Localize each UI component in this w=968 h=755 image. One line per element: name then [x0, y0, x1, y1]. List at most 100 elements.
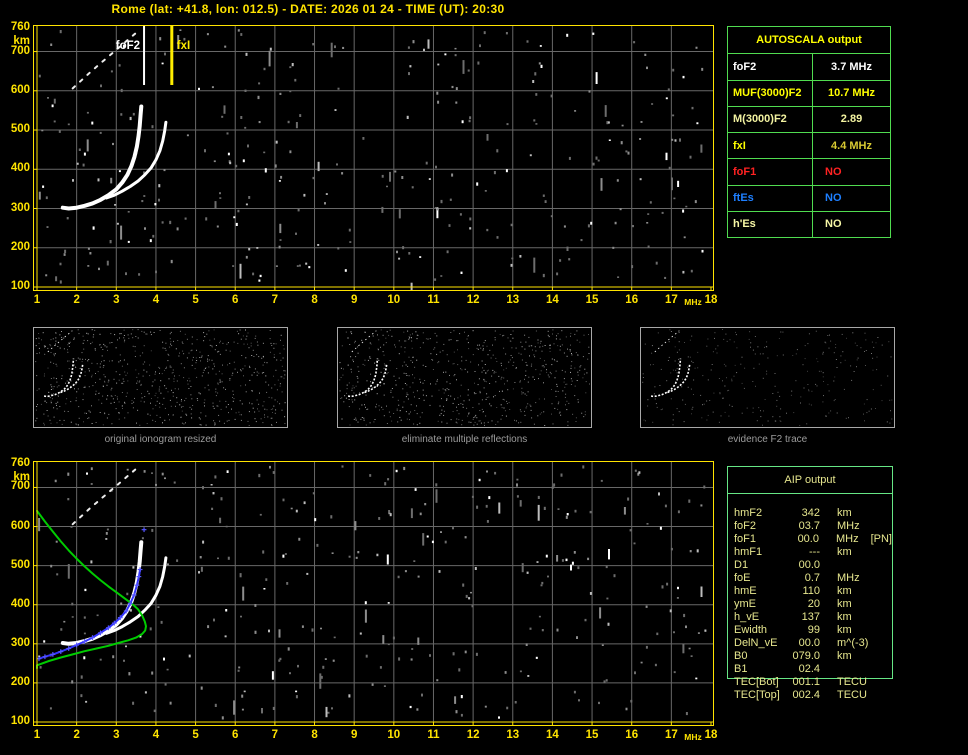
aip-row-label: D1 — [734, 559, 749, 571]
aip-row-unit: km — [837, 546, 852, 558]
y-tick-label: 700 — [10, 480, 30, 493]
y-tick-label: 760 — [10, 21, 30, 33]
y-tick-label: 100 — [10, 280, 30, 292]
aip-row-label: ymE — [734, 598, 756, 610]
aip-row-unit: m^(-3) — [837, 637, 869, 649]
thumb-F2-ordinary-trace — [650, 358, 682, 398]
second-hop-trace — [71, 466, 140, 526]
x-tick-label: 9 — [350, 294, 358, 306]
thumb-F2-ordinary-trace — [43, 358, 75, 398]
aip-row-value: 137 — [801, 611, 820, 623]
aip-row-hme: hmE 110 km — [734, 585, 892, 598]
F2-ordinary-trace — [60, 104, 144, 211]
x-tick-label: 11 — [427, 294, 440, 306]
x-tick-label: 16 — [625, 729, 639, 741]
x-tick-label: 3 — [113, 294, 120, 306]
aip-row-label: Ewidth — [734, 624, 768, 636]
x-tick-label: 6 — [232, 294, 239, 306]
aip-row-unit: MHz — [837, 572, 860, 584]
autoscala-screen: Rome (lat: +41.8, lon: 012.5) - DATE: 20… — [0, 0, 968, 755]
x-tick-label: 2 — [73, 729, 80, 741]
x-tick-label: 13 — [506, 729, 520, 741]
aip-row-unit: TECU — [837, 676, 867, 688]
x-tick-label: 6 — [232, 729, 239, 741]
aip-row-value: --- — [809, 546, 820, 558]
autoscala-row-label: foF2 — [728, 54, 813, 80]
aip-row-label: foF1 — [734, 533, 757, 545]
thumbnail-caption-original: original ionogram resized — [104, 434, 217, 445]
trace-series — [60, 30, 168, 211]
aip-row-b1: B1 02.4 — [734, 663, 892, 676]
x-tick-label: 8 — [311, 294, 318, 306]
aip-row-unit: km — [837, 507, 852, 519]
aip-row-yme: ymE 20 km — [734, 598, 892, 611]
autoscala-row-m3000f2: M(3000)F2 2.89 — [728, 105, 890, 132]
autoscala-row-hes: h'Es NO — [728, 210, 890, 237]
x-tick-label: 8 — [311, 729, 318, 741]
aip-output-box: AIP output hmF2 342 km foF2 03.7 MHz foF1 00.0 M… — [727, 466, 893, 701]
autoscala-row-value: NO — [825, 218, 842, 231]
y-tick-label: 760 — [10, 457, 30, 469]
aip-row-unit: km — [837, 650, 852, 662]
x-tick-label: 4 — [152, 729, 160, 741]
thumbnail-caption-evidence: evidence F2 trace — [727, 434, 808, 445]
aip-row-b0: B0 079.0 km — [734, 650, 892, 663]
autoscala-row-fof1: foF1 NO — [728, 158, 890, 185]
aip-row-unit: MHz — [837, 520, 860, 532]
aip-row-value: 001.1 — [792, 676, 820, 688]
thumbnail-noise — [642, 329, 893, 426]
x-axis-unit-label: MHz — [684, 297, 702, 307]
aip-row-label: hmF1 — [734, 546, 763, 558]
y-tick-label: 700 — [10, 44, 30, 57]
autoscala-row-ftes: ftEs NO — [728, 184, 890, 211]
aip-row-value: 02.4 — [798, 663, 820, 675]
thumbnail-original-ionogram — [33, 327, 288, 428]
thumb-F2-extraordinary-trace — [60, 364, 84, 394]
aip-row-value: 0.7 — [804, 572, 820, 584]
x-tick-label: 1 — [33, 294, 41, 306]
autoscala-row-value: NO — [825, 192, 842, 205]
aip-row-label: B1 — [734, 663, 748, 675]
thumb-second-hop-trace — [47, 330, 73, 353]
autoscala-row-label: foF1 — [728, 159, 813, 185]
aip-row-label: DelN_vE — [734, 637, 778, 649]
autoscala-row-value: 3.7 MHz — [831, 60, 872, 73]
x-tick-label: 15 — [585, 294, 599, 306]
autoscala-table-header: AUTOSCALA output — [756, 34, 862, 47]
x-axis-unit-label: MHz — [684, 732, 702, 742]
autoscala-output-table: AUTOSCALA output foF2 3.7 MHz MUF(3000)F2 1… — [727, 26, 891, 238]
autoscala-row-muf3000f2: MUF(3000)F2 10.7 MHz — [728, 79, 890, 106]
aip-row-fof1: foF1 00.0 MHz [PN] — [734, 533, 892, 546]
aip-row-value: 99 — [807, 624, 820, 636]
aip-row-label: TEC[Top] — [734, 689, 780, 701]
autoscala-row-label: MUF(3000)F2 — [728, 80, 813, 106]
autoscala-row-fxi: fxI 4.4 MHz — [728, 132, 890, 159]
bottom-profile-plot — [33, 461, 714, 726]
aip-row-value: 03.7 — [798, 520, 820, 532]
aip-row-unit: km — [837, 585, 852, 597]
x-tick-label: 5 — [192, 729, 199, 741]
y-tick-label: 400 — [10, 162, 30, 175]
x-tick-label: 12 — [466, 294, 480, 306]
noise-echoes — [38, 29, 704, 291]
y-tick-label: 200 — [10, 240, 30, 253]
y-tick-label: 500 — [10, 123, 30, 136]
aip-rows: hmF2 342 km foF2 03.7 MHz foF1 00.0 MHz [PN] hmF1 -… — [734, 507, 892, 702]
F2-extraordinary-trace — [104, 120, 168, 200]
aip-row-unit: km — [837, 611, 852, 623]
x-tick-label: 16 — [625, 294, 639, 306]
aip-row-d1: D1 00.0 — [734, 559, 892, 572]
aip-row-unit: TECU — [837, 689, 867, 701]
thumbnail-noise — [35, 329, 286, 426]
aip-row-value: 00.0 — [798, 559, 820, 571]
aip-row-value: 00.0 — [798, 637, 820, 649]
x-tick-label: 15 — [585, 729, 599, 741]
y-tick-label: 600 — [10, 83, 30, 96]
x-tick-label: 4 — [152, 294, 160, 306]
x-tick-label: 11 — [427, 729, 440, 741]
autoscala-row-value: NO — [825, 165, 842, 178]
autoscala-row-label: M(3000)F2 — [728, 106, 813, 132]
aip-row-value: 342 — [801, 507, 820, 519]
aip-row-hmf2: hmF2 342 km — [734, 507, 892, 520]
aip-row-delnve: DelN_vE 00.0 m^(-3) — [734, 637, 892, 650]
